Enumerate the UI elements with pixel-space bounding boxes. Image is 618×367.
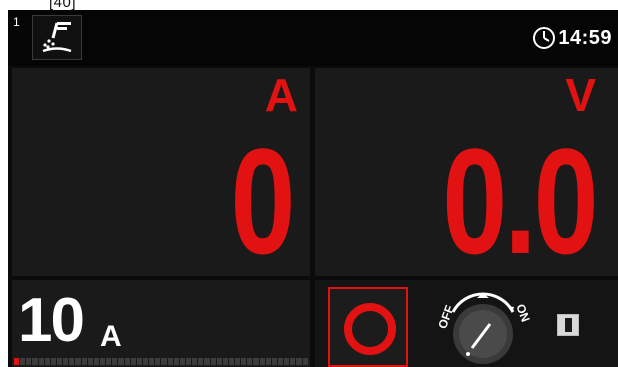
current-setting-unit: A bbox=[100, 320, 122, 353]
amperage-readout: 0 bbox=[230, 117, 295, 285]
level-segment bbox=[149, 358, 155, 365]
level-segment bbox=[302, 358, 308, 365]
level-segment bbox=[265, 358, 271, 365]
level-segment bbox=[259, 358, 265, 365]
stop-button[interactable] bbox=[328, 287, 408, 367]
level-segment bbox=[155, 358, 161, 365]
level-segment bbox=[38, 358, 44, 365]
level-segment bbox=[161, 358, 167, 365]
header-bar: 1 14:59 bbox=[8, 10, 618, 66]
level-segment bbox=[228, 358, 235, 365]
level-segment bbox=[142, 358, 149, 365]
clock: 14:59 bbox=[532, 26, 612, 50]
level-segment bbox=[87, 358, 93, 365]
level-segment bbox=[204, 358, 210, 365]
mode-number: 1 bbox=[13, 15, 20, 29]
level-segment bbox=[106, 358, 112, 365]
current-level-bar bbox=[14, 358, 308, 365]
level-segment bbox=[216, 358, 222, 365]
level-segment bbox=[99, 358, 106, 365]
level-segment bbox=[210, 358, 216, 365]
tig-torch-icon bbox=[42, 22, 72, 53]
pause-button[interactable] bbox=[557, 314, 579, 336]
level-segment bbox=[130, 358, 136, 365]
level-segment bbox=[192, 358, 198, 365]
output-knob[interactable]: OFF ON bbox=[428, 282, 538, 367]
level-segment bbox=[69, 358, 75, 365]
level-segment bbox=[278, 358, 284, 365]
screen: 1 14:59 A 0 V 0.0 10 A OFF ON bbox=[8, 10, 618, 367]
level-segment bbox=[124, 358, 130, 365]
level-segment bbox=[136, 358, 142, 365]
current-setting-panel: 10 A bbox=[12, 280, 310, 367]
amperage-unit: A bbox=[264, 69, 298, 121]
amperage-panel: A 0 bbox=[12, 68, 310, 276]
level-segment bbox=[56, 358, 63, 365]
level-segment bbox=[20, 358, 26, 365]
level-segment bbox=[93, 358, 99, 365]
level-segment bbox=[247, 358, 253, 365]
level-segment bbox=[75, 358, 81, 365]
level-segment bbox=[271, 358, 278, 365]
level-segment bbox=[26, 358, 32, 365]
clock-icon bbox=[533, 27, 556, 49]
level-segment bbox=[32, 358, 38, 365]
voltage-unit: V bbox=[565, 69, 596, 121]
level-segment bbox=[44, 358, 50, 365]
level-segment bbox=[81, 358, 87, 365]
level-segment bbox=[284, 358, 290, 365]
voltage-readout: 0.0 bbox=[442, 117, 599, 285]
level-segment bbox=[179, 358, 185, 365]
level-segment bbox=[296, 358, 302, 365]
level-segment bbox=[118, 358, 124, 365]
control-panel: OFF ON bbox=[315, 280, 618, 367]
clock-time: 14:59 bbox=[558, 26, 612, 49]
level-segment bbox=[222, 358, 228, 365]
level-segment bbox=[290, 358, 296, 365]
level-segment bbox=[185, 358, 192, 365]
stop-ring-icon bbox=[344, 303, 396, 355]
level-segment bbox=[173, 358, 179, 365]
pause-icon bbox=[565, 318, 572, 332]
level-segment bbox=[241, 358, 247, 365]
level-segment bbox=[14, 358, 20, 365]
level-segment bbox=[253, 358, 259, 365]
welder-display: [40] 1 14:59 A 0 V 0.0 10 A OFF ON bbox=[0, 0, 618, 367]
level-segment bbox=[167, 358, 173, 365]
level-segment bbox=[63, 358, 69, 365]
current-setting-value: 10 bbox=[18, 286, 85, 355]
level-segment bbox=[198, 358, 204, 365]
mode-button[interactable] bbox=[32, 15, 82, 60]
level-segment bbox=[50, 358, 56, 365]
voltage-panel: V 0.0 bbox=[315, 68, 618, 276]
level-segment bbox=[235, 358, 241, 365]
level-segment bbox=[112, 358, 118, 365]
